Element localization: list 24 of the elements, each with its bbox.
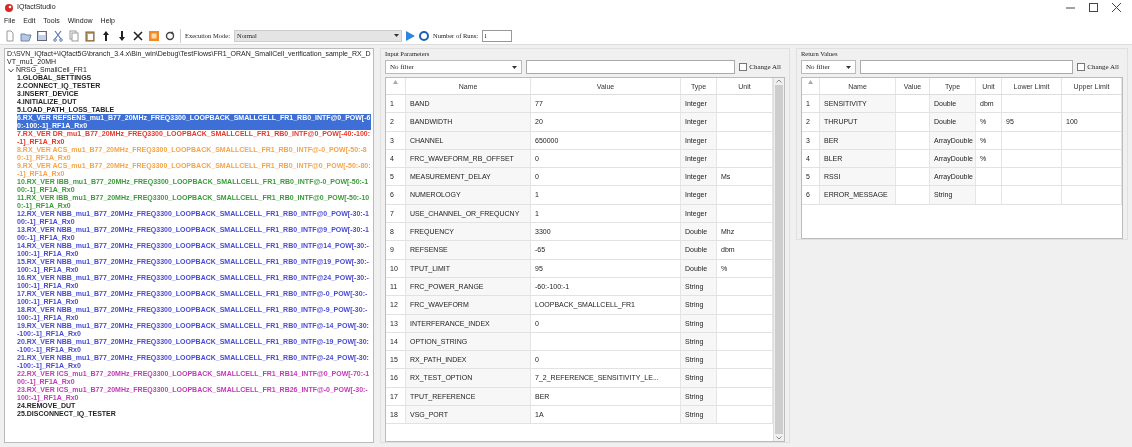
copy-icon[interactable] [68,29,80,42]
new-file-icon[interactable] [4,29,16,42]
stop-icon[interactable] [418,30,429,41]
dropdown-arrow-icon[interactable] [846,65,851,69]
app-logo-icon [5,3,13,12]
play-icon[interactable] [405,30,415,41]
arrow-up-icon[interactable] [100,29,112,42]
sort-arrow-icon[interactable] [808,80,813,85]
save-icon[interactable] [36,29,48,42]
arrow-down-icon[interactable] [116,29,128,42]
scroll-up-icon[interactable] [776,79,782,83]
refresh-icon[interactable] [164,29,176,42]
scrollbar[interactable] [773,78,784,441]
dropdown-arrow-icon[interactable] [512,65,518,69]
paste-icon[interactable] [84,29,96,42]
maximize-icon[interactable] [1089,3,1098,12]
scroll-down-icon[interactable] [776,436,782,440]
filter-field[interactable] [860,60,1074,74]
filter-field[interactable] [526,60,736,74]
delete-icon[interactable] [132,29,144,42]
dropdown-arrow-icon[interactable] [393,34,399,37]
cut-icon[interactable] [52,29,64,42]
sort-arrow-icon[interactable] [393,80,398,85]
close-icon[interactable] [1112,3,1121,12]
